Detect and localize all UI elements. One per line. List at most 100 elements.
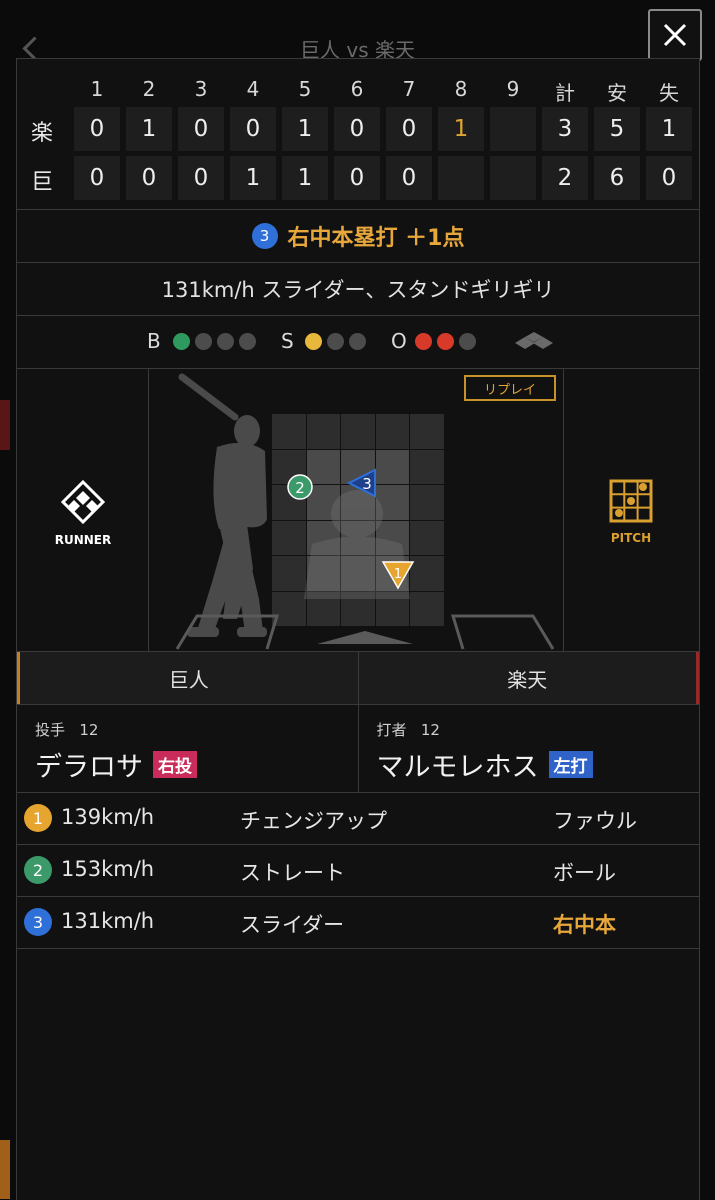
batter-name: マルモレホス 左打: [377, 745, 593, 784]
score-cell: 1: [282, 156, 328, 200]
score-cell: 1: [126, 107, 172, 151]
pitch-result: ボール: [553, 861, 616, 885]
score-cell: 2: [542, 156, 588, 200]
strike-label: S: [281, 329, 294, 353]
close-icon: [663, 23, 687, 47]
batter-role: 打者 12: [376, 721, 440, 739]
svg-text:1: 1: [394, 567, 402, 582]
score-cell: 0: [386, 156, 432, 200]
play-result: 3 右中本塁打 ＋1点: [17, 210, 699, 263]
score-header-1: 1: [90, 77, 104, 101]
score-cell: 0: [74, 107, 120, 151]
score-header-3: 3: [194, 77, 208, 101]
score-cell: 0: [386, 107, 432, 151]
scoreboard: 123456789計安失楽01001001351巨0001100260: [17, 59, 699, 210]
score-cell: 1: [230, 156, 276, 200]
score-cell: 0: [646, 156, 692, 200]
team-tab-left[interactable]: 巨人: [17, 652, 359, 704]
pitch-marker-3: 3: [346, 468, 376, 498]
pitch-number-badge: 2: [24, 856, 52, 884]
pitch-number-badge: 1: [24, 804, 52, 832]
score-header-11: 安: [607, 81, 627, 105]
pitch-type: ストレート: [240, 861, 345, 885]
strike-dot: [327, 333, 344, 350]
out-dot: [459, 333, 476, 350]
score-cell: 0: [230, 107, 276, 151]
score-header-4: 4: [246, 77, 260, 101]
ball-dot: [173, 333, 190, 350]
pitcher-role: 投手 12: [35, 721, 99, 739]
out-label: O: [391, 329, 407, 353]
batter-number: 12: [420, 721, 440, 739]
pitch-result: ファウル: [553, 809, 637, 833]
pitcher-name: デラロサ 右投: [35, 745, 197, 784]
score-cell: [490, 156, 536, 200]
score-header-7: 7: [402, 77, 416, 101]
score-cell: 0: [126, 156, 172, 200]
strike-dot: [305, 333, 322, 350]
ball-count: B S O: [17, 316, 699, 369]
score-cell: 6: [594, 156, 640, 200]
ball-dot: [195, 333, 212, 350]
pitch-field-view: RUNNER PITCH リプレイ 1 2 3: [17, 369, 699, 652]
pitch-speed: 153km/h: [61, 857, 155, 881]
score-cell: 3: [542, 107, 588, 151]
score-cell: 5: [594, 107, 640, 151]
strike-dot: [349, 333, 366, 350]
pitch-type: スライダー: [240, 913, 345, 937]
team-header: 巨人 楽天: [17, 652, 699, 705]
play-detail-panel: 123456789計安失楽01001001351巨0001100260 3 右中…: [16, 58, 700, 1200]
pitch-list: 1 139km/h チェンジアップ ファウル 2 153km/h ストレート ボール 3 131k…: [17, 793, 699, 949]
score-cell: 0: [178, 156, 224, 200]
score-header-2: 2: [142, 77, 156, 101]
pitch-speed: 139km/h: [61, 805, 155, 829]
svg-text:2: 2: [295, 479, 305, 497]
play-number-badge: 3: [251, 223, 278, 249]
ball-dot: [239, 333, 256, 350]
out-dot: [437, 333, 454, 350]
score-cell: [438, 156, 484, 200]
close-button[interactable]: [648, 9, 702, 61]
score-cell: 0: [178, 107, 224, 151]
background-strip: [0, 1140, 10, 1199]
score-cell: 1: [646, 107, 692, 151]
pitcher-info: 投手 12 デラロサ 右投: [17, 705, 359, 792]
score-header-6: 6: [350, 77, 364, 101]
out-dot: [415, 333, 432, 350]
score-header-9: 9: [506, 77, 520, 101]
score-cell: 1: [282, 107, 328, 151]
pitcher-number: 12: [79, 721, 99, 739]
score-header-12: 失: [659, 81, 679, 105]
score-cell: 0: [334, 107, 380, 151]
team-tab-right[interactable]: 楽天: [358, 652, 699, 704]
pitch-row[interactable]: 1 139km/h チェンジアップ ファウル: [17, 793, 699, 845]
pitch-type: チェンジアップ: [240, 809, 387, 833]
pitch-row[interactable]: 3 131km/h スライダー 右中本: [17, 897, 699, 949]
pitch-marker-layer: 1 2 3: [287, 468, 415, 590]
score-cell: 1: [438, 107, 484, 151]
ball-dot: [217, 333, 234, 350]
matchup-players: 投手 12 デラロサ 右投 打者 12 マルモレホス 左打: [17, 705, 699, 793]
bases-icon: [515, 332, 553, 349]
score-team-label: 楽: [31, 121, 54, 146]
pitch-number-badge: 3: [24, 908, 52, 936]
score-cell: [490, 107, 536, 151]
pitch-row[interactable]: 2 153km/h ストレート ボール: [17, 845, 699, 897]
play-result-text: 右中本塁打 ＋1点: [287, 226, 465, 251]
score-cell: 0: [74, 156, 120, 200]
background-strip: [0, 400, 10, 450]
svg-text:3: 3: [362, 475, 372, 493]
score-cell: 0: [334, 156, 380, 200]
pitch-marker-1: 1: [381, 561, 415, 590]
pitcher-hand-badge: 右投: [153, 751, 197, 778]
pitch-result: 右中本: [553, 913, 616, 937]
batter-hand-badge: 左打: [548, 751, 593, 778]
pitch-speed: 131km/h: [61, 909, 155, 933]
play-description: 131km/h スライダー、スタンドギリギリ: [17, 263, 699, 316]
score-header-10: 計: [555, 81, 575, 105]
batter-info: 打者 12 マルモレホス 左打: [359, 705, 700, 792]
score-header-8: 8: [454, 77, 468, 101]
score-team-label: 巨: [31, 170, 54, 195]
ball-label: B: [147, 329, 161, 353]
pitch-marker-2: 2: [287, 474, 313, 500]
